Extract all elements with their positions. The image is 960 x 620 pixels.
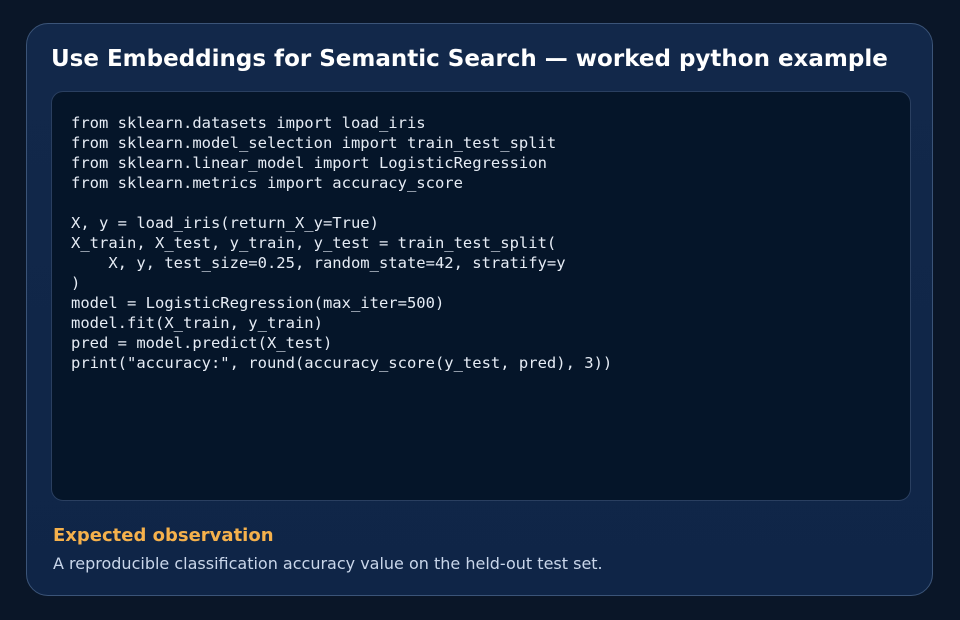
observation-heading: Expected observation	[53, 525, 274, 546]
observation-text: A reproducible classification accuracy v…	[53, 554, 603, 573]
example-card: Use Embeddings for Semantic Search — wor…	[26, 23, 933, 596]
code-block: from sklearn.datasets import load_iris f…	[51, 91, 911, 501]
card-title: Use Embeddings for Semantic Search — wor…	[51, 46, 888, 72]
code-content: from sklearn.datasets import load_iris f…	[71, 114, 613, 372]
